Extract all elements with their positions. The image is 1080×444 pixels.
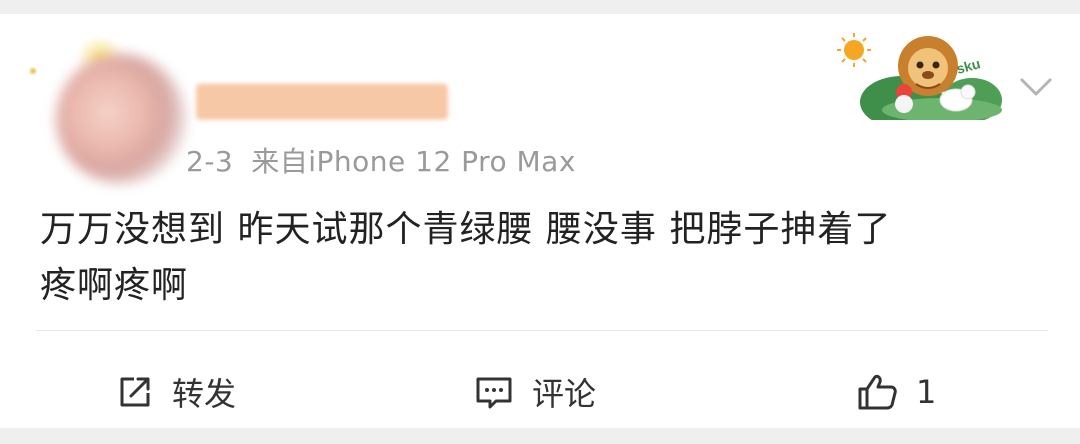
share-icon <box>120 377 150 407</box>
like-button[interactable]: 1 <box>856 364 936 420</box>
post-meta: 2-3 来自iPhone 12 Pro Max <box>186 140 594 180</box>
post-content[interactable]: 万万没想到 昨天试那个青绿腰 腰没事 把脖子抻着了 疼啊疼啊 <box>40 202 1050 314</box>
avatar[interactable] <box>56 54 186 184</box>
divider <box>36 330 1048 331</box>
weibo-post-card: 2-3 来自iPhone 12 Pro Max sku 万万没想到 昨天试那个青… <box>0 14 1080 428</box>
comment-label: 评论 <box>532 375 597 413</box>
comment-button[interactable]: 评论 <box>474 364 596 420</box>
username-redacted[interactable] <box>196 84 448 120</box>
avatar-decoration <box>30 68 36 74</box>
post-content-line: 疼啊疼啊 <box>40 265 189 306</box>
share-button[interactable]: 转发 <box>116 364 236 420</box>
svg-text:sku: sku <box>955 55 982 77</box>
thumbs-up-icon <box>858 374 897 410</box>
post-content-line: 万万没想到 昨天试那个青绿腰 腰没事 把脖子抻着了 <box>40 209 892 250</box>
share-label: 转发 <box>172 375 237 413</box>
post-time: 2-3 <box>186 145 234 178</box>
post-source: 来自iPhone 12 Pro Max <box>251 145 576 178</box>
lion-badge-icon: sku <box>837 33 1002 120</box>
comment-icon <box>476 377 512 409</box>
chevron-down-icon[interactable] <box>1018 72 1054 102</box>
like-count: 1 <box>916 373 937 411</box>
